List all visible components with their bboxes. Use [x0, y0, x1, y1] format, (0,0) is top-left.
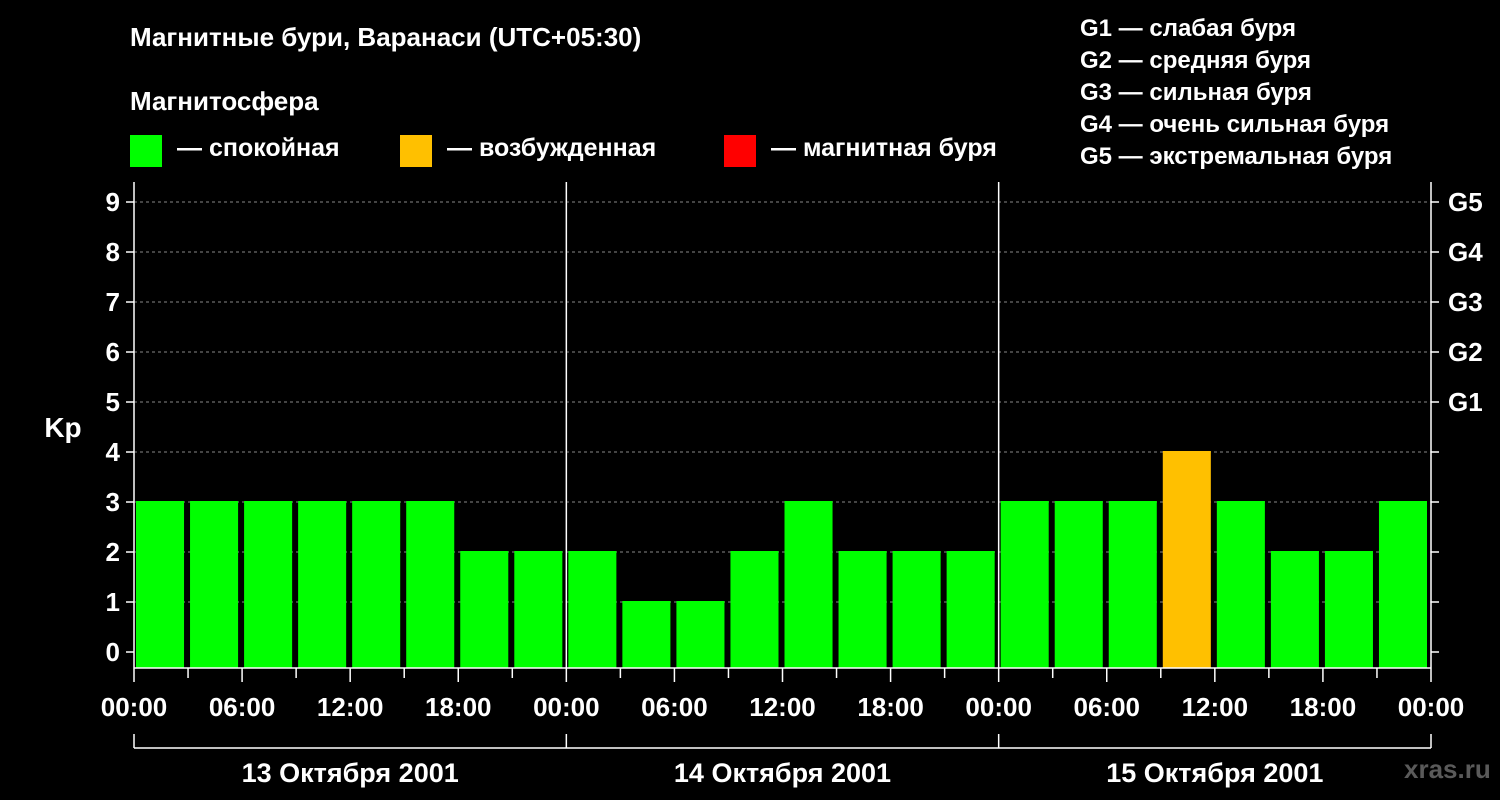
y-tick-label: 3 — [106, 487, 120, 517]
kp-bar — [892, 551, 941, 668]
x-tick-label: 00:00 — [533, 692, 600, 722]
day-label: 15 Октября 2001 — [1106, 758, 1323, 788]
y-tick-label: 9 — [106, 187, 120, 217]
kp-bar — [1054, 501, 1103, 668]
kp-bar — [1270, 551, 1319, 668]
y-tick-label: 7 — [106, 287, 120, 317]
x-tick-label: 00:00 — [1398, 692, 1465, 722]
y-axis-label: Kp — [44, 412, 81, 443]
y-tick-label: 4 — [106, 437, 121, 467]
y-tick-label: 2 — [106, 537, 120, 567]
x-tick-label: 12:00 — [749, 692, 816, 722]
kp-bar — [136, 501, 185, 668]
kp-bar — [1378, 501, 1427, 668]
x-tick-label: 12:00 — [1182, 692, 1249, 722]
kp-bar — [838, 551, 887, 668]
x-tick-label: 06:00 — [1074, 692, 1141, 722]
kp-bar — [730, 551, 779, 668]
kp-bar — [1216, 501, 1265, 668]
kp-bar — [514, 551, 563, 668]
g-level-label: G5 — [1448, 187, 1483, 217]
g-level-label: G1 — [1448, 387, 1483, 417]
kp-bar — [352, 501, 401, 668]
g-level-label: G4 — [1448, 237, 1483, 267]
kp-bar — [1000, 501, 1049, 668]
kp-bar — [406, 501, 455, 668]
y-tick-label: 1 — [106, 587, 120, 617]
g-level-label: G2 — [1448, 337, 1483, 367]
kp-bar — [244, 501, 293, 668]
y-tick-label: 5 — [106, 387, 120, 417]
kp-bar — [784, 501, 833, 668]
kp-bar — [1324, 551, 1373, 668]
x-tick-label: 06:00 — [209, 692, 276, 722]
day-label: 14 Октября 2001 — [674, 758, 891, 788]
x-tick-label: 18:00 — [1290, 692, 1357, 722]
y-tick-label: 8 — [106, 237, 120, 267]
kp-bar — [298, 501, 347, 668]
x-tick-label: 00:00 — [965, 692, 1032, 722]
x-tick-label: 00:00 — [101, 692, 168, 722]
kp-bar — [676, 601, 725, 668]
x-tick-label: 18:00 — [425, 692, 492, 722]
x-tick-label: 06:00 — [641, 692, 708, 722]
x-tick-label: 12:00 — [317, 692, 384, 722]
kp-bar — [1162, 451, 1211, 668]
kp-bar — [1108, 501, 1157, 668]
kp-bar — [568, 551, 617, 668]
watermark: xras.ru — [1404, 754, 1491, 784]
kp-bar — [190, 501, 239, 668]
kp-bar — [946, 551, 995, 668]
y-tick-label: 6 — [106, 337, 120, 367]
kp-bar — [622, 601, 671, 668]
x-tick-label: 18:00 — [857, 692, 924, 722]
kp-bar — [460, 551, 509, 668]
g-level-label: G3 — [1448, 287, 1483, 317]
kp-chart: 0 1 2 3 4 5 6 7 8 9 G1 G2 G3 G4 G5 Kp 00:00 06:00 12:00 18:… — [44, 182, 1483, 788]
day-label: 13 Октября 2001 — [242, 758, 459, 788]
y-tick-label: 0 — [106, 637, 120, 667]
